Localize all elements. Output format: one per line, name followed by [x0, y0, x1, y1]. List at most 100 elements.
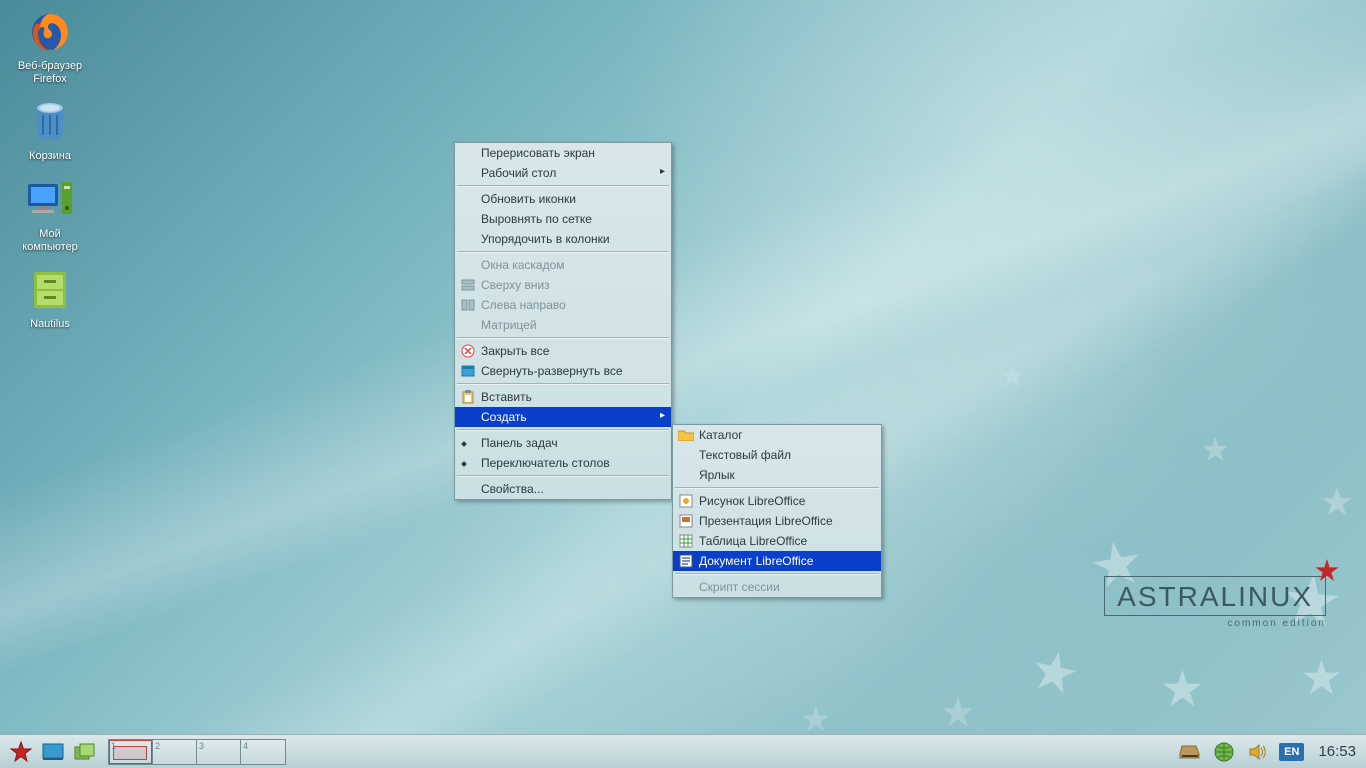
submenu-item-lo-draw[interactable]: Рисунок LibreOffice: [673, 491, 881, 511]
context-submenu-create[interactable]: Каталог Текстовый файл Ярлык Рисунок Lib…: [672, 424, 882, 598]
astralinux-watermark: ASTRALINUX common edition: [1104, 576, 1326, 629]
taskbar[interactable]: 1 2 3 4 EN 16:53: [0, 734, 1366, 768]
menu-item-label: Сверху вниз: [481, 278, 550, 292]
menu-item-label: Создать: [481, 410, 527, 424]
submenu-item-shortcut[interactable]: Ярлык: [673, 465, 881, 485]
menu-item-top-bottom: Сверху вниз: [455, 275, 671, 295]
menu-separator: [675, 487, 879, 489]
menu-item-label: Переключатель столов: [481, 456, 610, 470]
menu-separator: [457, 251, 669, 253]
menu-item-label: Документ LibreOffice: [699, 554, 813, 568]
star-decor: ★: [1160, 660, 1205, 718]
keyboard-layout-indicator[interactable]: EN: [1279, 743, 1304, 761]
workspace-pager[interactable]: 1 2 3 4: [108, 739, 286, 765]
star-decor: ★: [800, 700, 831, 734]
menu-item-label: Перерисовать экран: [481, 146, 595, 160]
windows-stack-icon: [74, 743, 96, 761]
star-decor: ★: [940, 690, 976, 734]
submenu-item-folder[interactable]: Каталог: [673, 425, 881, 445]
workspace-3[interactable]: 3: [197, 740, 241, 764]
workspace-1[interactable]: 1: [109, 740, 153, 764]
document-spreadsheet-icon: [677, 533, 695, 549]
submenu-arrow-icon: ▸: [660, 411, 665, 421]
globe-icon: [1213, 741, 1235, 763]
menu-item-desktop-switcher-toggle[interactable]: Переключатель столов: [455, 453, 671, 473]
submenu-item-lo-writer[interactable]: Документ LibreOffice: [673, 551, 881, 571]
document-text-icon: [677, 553, 695, 569]
star-decor: ★: [1320, 480, 1354, 525]
desktop-icon-trash[interactable]: Корзина: [8, 98, 92, 163]
menu-item-label: Матрицей: [481, 318, 537, 332]
menu-item-label: Скрипт сессии: [699, 580, 780, 594]
workspace-mini-window: [113, 746, 147, 760]
system-tray: EN 16:53: [1177, 739, 1366, 765]
menu-item-create[interactable]: Создать ▸: [455, 407, 671, 427]
workspace-2[interactable]: 2: [153, 740, 197, 764]
menu-item-paste[interactable]: Вставить: [455, 387, 671, 407]
menu-item-align-grid[interactable]: Выровнять по сетке: [455, 209, 671, 229]
menu-item-matrix: Матрицей: [455, 315, 671, 335]
menu-item-label: Окна каскадом: [481, 258, 565, 272]
menu-item-taskbar-toggle[interactable]: Панель задач: [455, 433, 671, 453]
menu-item-properties[interactable]: Свойства...: [455, 479, 671, 499]
menu-item-label: Свойства...: [481, 482, 544, 496]
menu-item-label: Закрыть все: [481, 344, 549, 358]
menu-separator: [457, 429, 669, 431]
star-decor: ★: [1300, 650, 1343, 706]
folder-icon: [677, 427, 695, 443]
workspace-number: 4: [243, 741, 248, 751]
submenu-item-lo-calc[interactable]: Таблица LibreOffice: [673, 531, 881, 551]
menu-item-refresh-icons[interactable]: Обновить иконки: [455, 189, 671, 209]
desktop-icon-nautilus[interactable]: Nautilus: [8, 266, 92, 331]
trash-icon: [26, 98, 74, 146]
clipboard-icon: [459, 389, 477, 405]
submenu-item-lo-impress[interactable]: Презентация LibreOffice: [673, 511, 881, 531]
tray-network-button[interactable]: [1211, 739, 1237, 765]
desktop-icon-my-computer[interactable]: Мой компьютер: [8, 176, 92, 254]
menu-item-label: Свернуть-развернуть все: [481, 364, 623, 378]
menu-item-label: Выровнять по сетке: [481, 212, 592, 226]
file-cabinet-icon: [26, 266, 74, 314]
submenu-item-session-script: Скрипт сессии: [673, 577, 881, 597]
close-icon: [459, 343, 477, 359]
menu-item-label: Слева направо: [481, 298, 566, 312]
desktop-icon-label: Корзина: [8, 150, 92, 163]
desktop-icon-label: Веб-браузер Firefox: [8, 60, 92, 86]
desktop-icon: [42, 743, 64, 761]
star-decor: ★: [1200, 430, 1230, 470]
desktop[interactable]: ★ ★ ★ ★ ★ ★ ★ ★ ★ ★ Веб-браузер Firefox …: [0, 0, 1366, 734]
desktop-icon-label: Мой компьютер: [8, 228, 92, 254]
tray-disk-button[interactable]: [1177, 739, 1203, 765]
brand-name: ASTRALINUX: [1104, 576, 1326, 616]
menu-item-label: Вставить: [481, 390, 532, 404]
disk-icon: [1179, 743, 1201, 761]
menu-item-label: Обновить иконки: [481, 192, 576, 206]
workspace-4[interactable]: 4: [241, 740, 285, 764]
speaker-icon: [1248, 743, 1268, 761]
clock[interactable]: 16:53: [1318, 743, 1356, 760]
desktop-icon-firefox[interactable]: Веб-браузер Firefox: [8, 8, 92, 86]
menu-separator: [457, 383, 669, 385]
workspace-number: 2: [155, 741, 160, 751]
menu-item-label: Рисунок LibreOffice: [699, 494, 805, 508]
submenu-arrow-icon: ▸: [660, 167, 665, 177]
show-desktop-button[interactable]: [40, 739, 66, 765]
start-menu-button[interactable]: [8, 739, 34, 765]
menu-item-label: Упорядочить в колонки: [481, 232, 610, 246]
tray-volume-button[interactable]: [1245, 739, 1271, 765]
brand-edition: common edition: [1104, 618, 1326, 629]
menu-item-close-all[interactable]: Закрыть все: [455, 341, 671, 361]
firefox-icon: [26, 8, 74, 56]
menu-item-arrange-columns[interactable]: Упорядочить в колонки: [455, 229, 671, 249]
menu-item-redraw[interactable]: Перерисовать экран: [455, 143, 671, 163]
context-menu[interactable]: Перерисовать экран Рабочий стол▸ Обновит…: [454, 142, 672, 500]
menu-item-minmax-all[interactable]: Свернуть-развернуть все: [455, 361, 671, 381]
menu-item-desktop[interactable]: Рабочий стол▸: [455, 163, 671, 183]
menu-separator: [675, 573, 879, 575]
computer-icon: [26, 176, 74, 224]
window-list-button[interactable]: [72, 739, 98, 765]
menu-item-label: Панель задач: [481, 436, 558, 450]
star-logo-icon: [9, 740, 33, 764]
submenu-item-text-file[interactable]: Текстовый файл: [673, 445, 881, 465]
menu-item-label: Ярлык: [699, 468, 735, 482]
